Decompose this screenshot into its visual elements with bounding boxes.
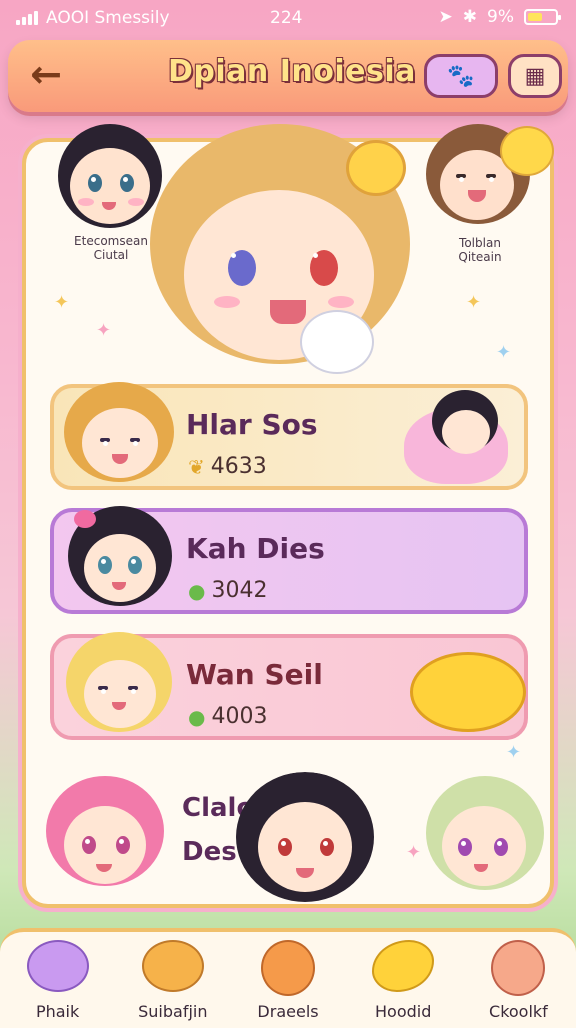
score-value: 4633 [210, 454, 267, 479]
nav-item-phaik[interactable]: Phaik [0, 932, 115, 1028]
keyhole-icon [491, 940, 546, 996]
nav-label: Hoodid [375, 1002, 432, 1021]
featured-character[interactable] [150, 120, 410, 382]
pet-paw-icon: 🐾 [447, 63, 475, 89]
sparkle-icon: ✦ [466, 292, 482, 313]
location-arrow-icon: ➤ [438, 7, 453, 27]
featured-right-label-line2: Qiteain [458, 250, 502, 264]
sparkle-icon: ✦ [496, 342, 512, 363]
character-portrait[interactable] [230, 772, 380, 912]
score-value: 3042 [211, 578, 268, 603]
battery-icon [524, 9, 561, 25]
nav-item-ckoolkf[interactable]: Ckoolkf [461, 932, 576, 1028]
featured-right-label-line1: Tolblan [459, 236, 501, 250]
bottom-nav: Phaik Suibafjin Draeels Hoodid Ckoolkf [0, 928, 576, 1028]
player-score: ● 3042 [188, 578, 267, 603]
nav-item-draeels[interactable]: Draeels [230, 932, 345, 1028]
gift-box-icon: ▦ [524, 63, 546, 89]
yellow-pet-icon [500, 126, 554, 176]
carrier: AOOI Smessily [16, 8, 170, 28]
character-portrait [64, 632, 174, 744]
gift-button[interactable]: ▦ [508, 54, 562, 98]
green-apple-icon: ● [188, 578, 206, 603]
leaderboard-row[interactable]: Wan Seil ● 4003 [50, 632, 528, 740]
player-name: Kah Dies [186, 532, 325, 565]
sparkle-icon: ✦ [506, 742, 522, 763]
character-portrait [64, 506, 174, 618]
gold-leaf-icon: ❦ [188, 454, 205, 479]
orange-cat-icon [141, 940, 204, 992]
clock: 224 [270, 8, 303, 28]
bluetooth-icon: ✱ [462, 7, 478, 27]
player-score: ❦ 4633 [188, 454, 267, 479]
orange-drop-icon [261, 940, 315, 996]
nav-label: Ckoolkf [489, 1002, 548, 1021]
top-header: ← Dpian Inoiesia 🐾 ▦ [8, 40, 568, 112]
carrier-name: AOOI Smessily [46, 8, 170, 28]
player-score: ● 4003 [188, 704, 267, 729]
yellow-slime-icon [410, 652, 526, 732]
page-title: Dpian Inoiesia [168, 54, 416, 89]
sparkle-icon: ✦ [96, 320, 112, 341]
score-value: 4003 [211, 704, 268, 729]
green-apple-icon: ● [188, 704, 206, 729]
back-arrow-icon: ← [30, 52, 62, 96]
sparkle-icon: ✦ [406, 842, 422, 863]
signal-bars-icon [16, 11, 38, 25]
leaderboard-row[interactable]: Hlar Sos ❦ 4633 [50, 382, 528, 490]
nav-label: Draeels [257, 1002, 319, 1021]
player-name: Hlar Sos [186, 408, 318, 441]
yellow-banana-icon [372, 940, 435, 992]
purple-slime-icon [26, 940, 89, 992]
character-portrait[interactable] [40, 770, 170, 900]
nav-item-suibafjin[interactable]: Suibafjin [115, 932, 230, 1028]
nav-label: Suibafjin [138, 1002, 208, 1021]
nav-label: Phaik [35, 1002, 80, 1021]
pet-button[interactable]: 🐾 [424, 54, 498, 98]
hair-clip-icon [346, 140, 406, 196]
character-portrait[interactable] [420, 772, 550, 900]
back-button[interactable]: ← [24, 54, 68, 98]
sparkle-icon: ✦ [54, 292, 70, 313]
status-right: ➤ ✱ 9% [438, 7, 561, 27]
leaderboard-row[interactable]: Kah Dies ● 3042 [50, 506, 528, 614]
player-name: Wan Seil [186, 658, 323, 691]
battery-percent: 9% [487, 7, 514, 27]
status-bar: AOOI Smessily 224 ➤ ✱ 9% [0, 0, 576, 36]
featured-right-label: Tolblan Qiteain [420, 236, 540, 264]
nav-item-hoodid[interactable]: Hoodid [346, 932, 461, 1028]
character-portrait [64, 382, 174, 494]
